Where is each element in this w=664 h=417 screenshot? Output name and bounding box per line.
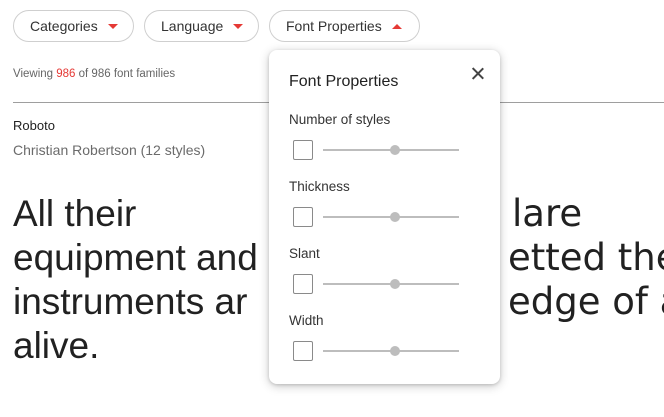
number-of-styles-slider-thumb[interactable]: [390, 145, 400, 155]
slant-slider-thumb[interactable]: [390, 279, 400, 289]
close-icon[interactable]: [469, 65, 487, 83]
number-of-styles-checkbox[interactable]: [293, 140, 313, 160]
thickness-slider-thumb[interactable]: [390, 212, 400, 222]
adjacent-sample-line: etted the: [508, 236, 664, 279]
font-properties-filter-button[interactable]: Font Properties: [269, 10, 420, 42]
slant-checkbox[interactable]: [293, 274, 313, 294]
caret-down-icon: [233, 23, 244, 29]
font-properties-popup: Font Properties Number of styles Thickne…: [269, 50, 500, 384]
font-family-name[interactable]: Roboto: [13, 118, 55, 133]
categories-filter-label: Categories: [30, 18, 98, 34]
adjacent-sample-line: lare: [512, 192, 583, 235]
language-filter-button[interactable]: Language: [144, 10, 259, 42]
results-count: Viewing 986 of 986 font families: [13, 68, 175, 80]
results-count-number: 986: [56, 68, 76, 80]
caret-up-icon: [391, 23, 402, 29]
property-label-number-of-styles: Number of styles: [289, 112, 391, 127]
results-suffix: of 986 font families: [75, 68, 176, 80]
property-label-slant: Slant: [289, 246, 320, 261]
adjacent-sample-line: edge of a: [508, 280, 664, 323]
font-properties-filter-label: Font Properties: [286, 18, 382, 34]
categories-filter-button[interactable]: Categories: [13, 10, 134, 42]
popup-title: Font Properties: [289, 73, 399, 90]
font-family-author: Christian Robertson (12 styles): [13, 142, 206, 158]
results-prefix: Viewing: [13, 68, 57, 80]
thickness-checkbox[interactable]: [293, 207, 313, 227]
width-checkbox[interactable]: [293, 341, 313, 361]
caret-down-icon: [107, 23, 118, 29]
width-slider-thumb[interactable]: [390, 346, 400, 356]
language-filter-label: Language: [161, 18, 224, 34]
property-label-thickness: Thickness: [289, 179, 350, 194]
property-label-width: Width: [289, 313, 324, 328]
